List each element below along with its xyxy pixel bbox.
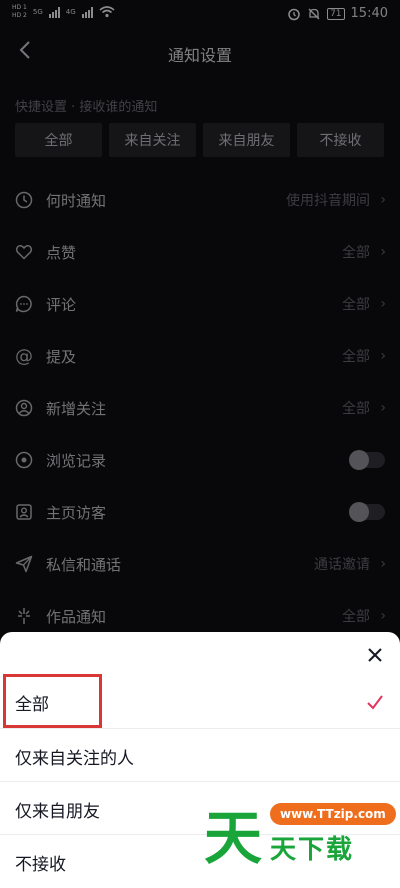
option-label: 仅来自关注的人 <box>15 749 134 769</box>
option-label: 仅来自朋友 <box>15 802 100 822</box>
watermark-logo: 天 www.TTzip.com 天下载 <box>204 795 396 872</box>
watermark-url: www.TTzip.com <box>270 803 396 825</box>
option-label: 不接收 <box>15 855 66 875</box>
watermark-text: 天下载 <box>270 835 355 865</box>
close-icon[interactable] <box>366 646 384 664</box>
highlight-box <box>3 674 102 728</box>
checkmark-icon <box>367 695 383 710</box>
option-following-only[interactable]: 仅来自关注的人 <box>0 728 400 782</box>
watermark-big-char: 天 <box>204 804 263 872</box>
